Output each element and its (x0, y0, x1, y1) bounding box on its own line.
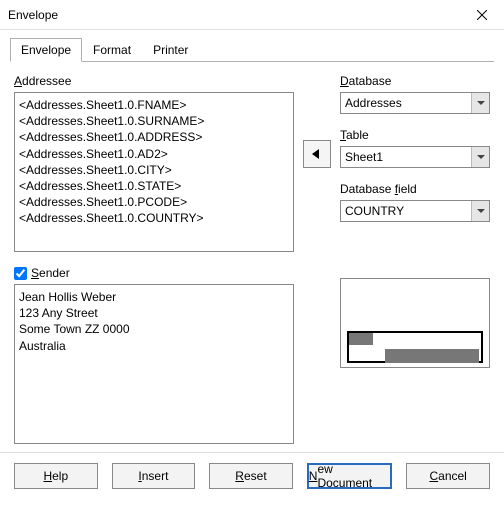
left-column: Addressee Sender (14, 74, 294, 444)
table-select[interactable]: Sheet1 (340, 146, 490, 168)
chevron-down-icon[interactable] (471, 93, 489, 113)
addressee-label: Addressee (14, 74, 294, 88)
tab-content: Addressee Sender Database Addresses Tabl… (0, 62, 504, 452)
new-document-button[interactable]: New Document (307, 463, 393, 489)
cancel-button[interactable]: Cancel (406, 463, 490, 489)
chevron-down-icon[interactable] (471, 201, 489, 221)
database-label: Database (340, 74, 490, 88)
envelope-preview (340, 278, 490, 368)
field-label: Database field (340, 182, 490, 196)
tab-envelope[interactable]: Envelope (10, 38, 82, 62)
field-select[interactable]: COUNTRY (340, 200, 490, 222)
insert-field-button[interactable] (303, 140, 331, 168)
preview-addressee-block (385, 349, 479, 363)
sender-checkbox[interactable] (14, 267, 27, 280)
titlebar: Envelope (0, 0, 504, 30)
preview-sender-block (349, 333, 373, 345)
chevron-down-icon[interactable] (471, 147, 489, 167)
reset-button[interactable]: Reset (209, 463, 293, 489)
button-row: Help Insert Reset New Document Cancel (0, 452, 504, 501)
sender-input[interactable] (14, 284, 294, 444)
tab-printer[interactable]: Printer (142, 38, 199, 62)
help-button[interactable]: Help (14, 463, 98, 489)
table-label: Table (340, 128, 490, 142)
database-select[interactable]: Addresses (340, 92, 490, 114)
arrow-left-icon (310, 147, 324, 161)
insert-button[interactable]: Insert (112, 463, 196, 489)
addressee-input[interactable] (14, 92, 294, 252)
tab-format[interactable]: Format (82, 38, 142, 62)
close-icon (477, 10, 487, 20)
sender-checkbox-row[interactable]: Sender (14, 266, 294, 280)
close-button[interactable] (459, 0, 504, 30)
tab-bar: Envelope Format Printer (0, 30, 504, 62)
window-title: Envelope (8, 8, 58, 22)
sender-label: Sender (31, 266, 70, 280)
mid-column (300, 74, 334, 444)
right-column: Database Addresses Table Sheet1 Database… (340, 74, 490, 444)
